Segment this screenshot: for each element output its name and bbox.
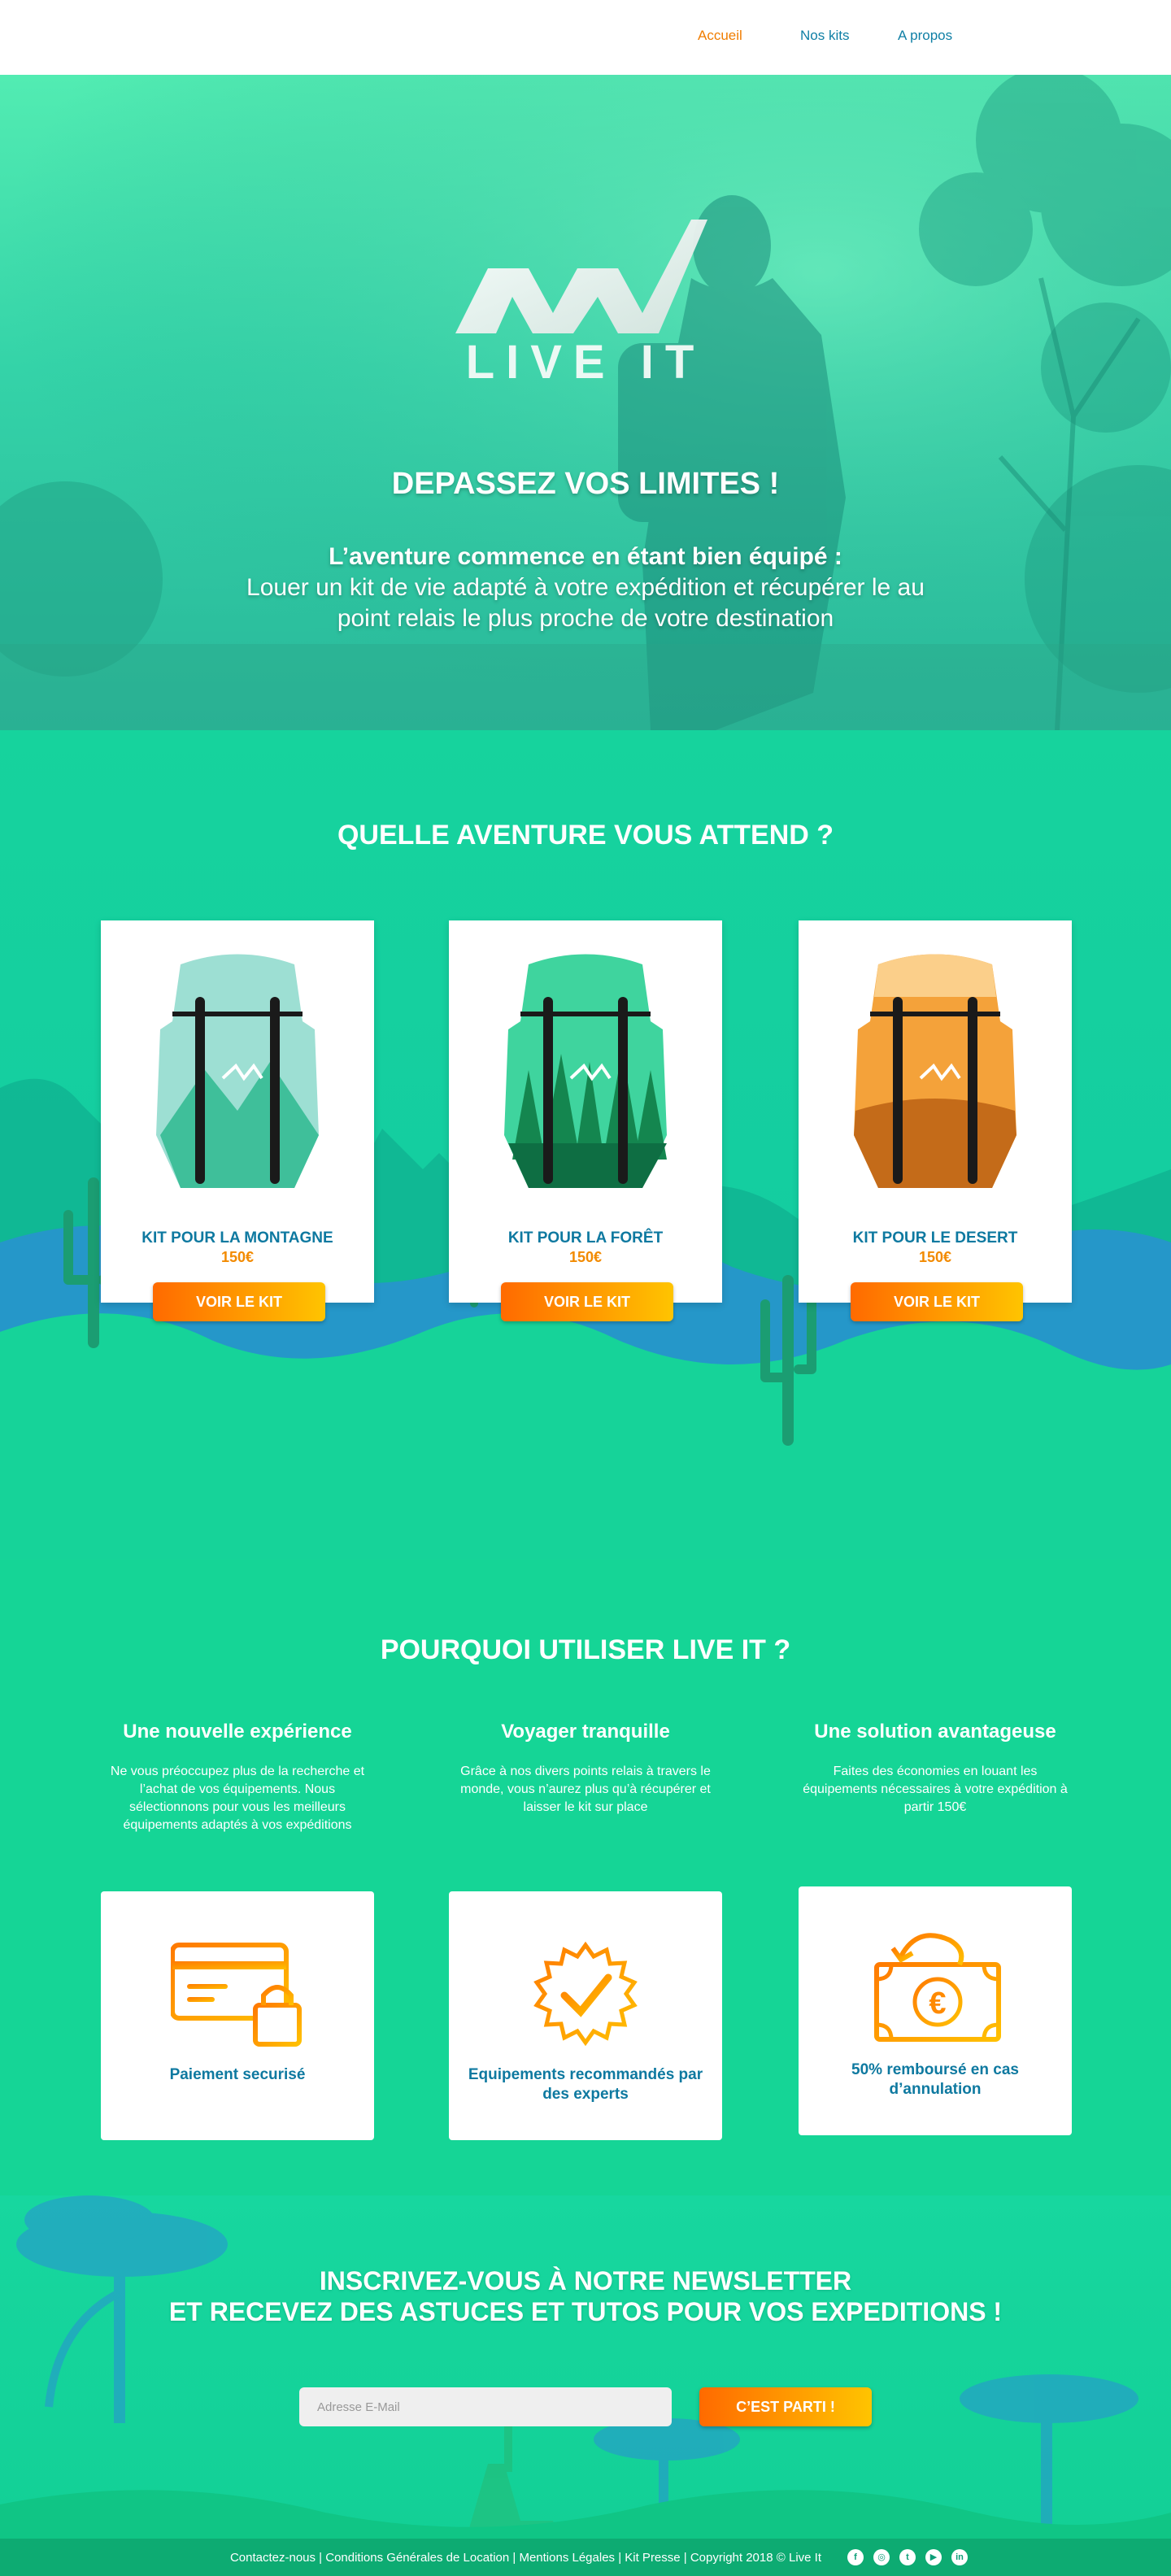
feature-card-remboursement: € 50% remboursé en cas d’annulation [799, 1886, 1072, 2135]
adventure-title: QUELLE AVENTURE VOUS ATTEND ? [337, 820, 834, 851]
badge-check-icon [533, 1941, 638, 2047]
mountain-backpack-image [156, 954, 319, 1188]
savanna-illustration [0, 2195, 1171, 2576]
euro-refund-icon: € [874, 1933, 1001, 2042]
instagram-icon[interactable]: ◎ [873, 2549, 890, 2565]
feature-card-paiement: Paiement securisé [101, 1891, 374, 2140]
twitter-icon[interactable]: t [899, 2549, 916, 2565]
top-navbar: Accueil Nos kits A propos [0, 0, 1171, 75]
nav-link-accueil[interactable]: Accueil [698, 28, 742, 44]
kit-card-label: KIT POUR LE DESERT [852, 1229, 1018, 1247]
why-column-heading: Voyager tranquille [501, 1721, 670, 1743]
feature-label: 50% remboursé en cas d’annulation [851, 2061, 1019, 2098]
adventure-section: QUELLE AVENTURE VOUS ATTEND ? KIT POUR L… [0, 730, 1171, 1560]
kit-card-desert[interactable]: KIT POUR LE DESERT 150€ VOIR LE KIT [799, 920, 1072, 1321]
email-field[interactable] [299, 2387, 672, 2426]
footer-links[interactable]: Contactez-nous | Conditions Générales de… [0, 2551, 821, 2565]
secure-card-icon [171, 1943, 302, 2047]
kit-card-foret[interactable]: KIT POUR LA FORÊT 150€ VOIR LE KIT [449, 920, 722, 1321]
feature-label: Paiement securisé [169, 2066, 306, 2083]
hero-subtitle: L’aventure commence en étant bien équipé… [220, 542, 951, 634]
voir-kit-foret-button[interactable]: VOIR LE KIT [501, 1282, 673, 1321]
hero-subtitle-body: Louer un kit de vie adapté à votre expéd… [246, 574, 925, 632]
footer-bar: Contactez-nous | Conditions Générales de… [0, 2539, 1171, 2576]
why-column-text: Grâce à nos divers points relais à trave… [460, 1764, 711, 1814]
newsletter-section: INSCRIVEZ-VOUS À NOTRE NEWSLETTER ET REC… [0, 2195, 1171, 2576]
kit-card-price: 150€ [918, 1249, 952, 1265]
nav-link-nos-kits[interactable]: Nos kits [800, 28, 849, 44]
why-title: POURQUOI UTILISER LIVE IT ? [380, 1634, 791, 1665]
feature-card-experts: Equipements recommandés par des experts [449, 1891, 722, 2140]
forest-backpack-image [504, 954, 667, 1188]
newsletter-title: INSCRIVEZ-VOUS À NOTRE NEWSLETTER ET REC… [0, 2265, 1171, 2327]
linkedin-icon[interactable]: in [951, 2549, 968, 2565]
subscribe-button[interactable]: C’EST PARTI ! [699, 2387, 872, 2426]
nav-link-a-propos[interactable]: A propos [898, 28, 952, 44]
desert-backpack-image [854, 954, 1016, 1188]
why-column-tranquille: Voyager tranquille Grâce à nos divers po… [449, 1721, 722, 1817]
why-column-text: Ne vous préoccupez plus de la recherche … [110, 1764, 365, 1832]
hero-title: DEPASSEZ VOS LIMITES ! [391, 467, 780, 501]
kit-card-price: 150€ [568, 1249, 603, 1265]
why-column-avantageuse: Une solution avantageuse Faites des écon… [799, 1721, 1072, 1817]
hero-subtitle-lead: L’aventure commence en étant bien équipé… [329, 543, 842, 570]
kit-card-price: 150€ [220, 1249, 255, 1265]
why-column-experience: Une nouvelle expérience Ne vous préoccup… [101, 1721, 374, 1834]
facebook-icon[interactable]: f [847, 2549, 864, 2565]
kit-card-label: KIT POUR LA MONTAGNE [141, 1229, 333, 1247]
newsletter-title-line2: ET RECEVEZ DES ASTUCES ET TUTOS POUR VOS… [168, 2297, 1003, 2326]
svg-text:€: € [929, 1986, 946, 2021]
why-column-heading: Une nouvelle expérience [123, 1721, 352, 1743]
vimeo-icon[interactable]: ▶ [925, 2549, 942, 2565]
feature-label: Equipements recommandés par des experts [468, 2066, 703, 2103]
why-column-heading: Une solution avantageuse [814, 1721, 1056, 1743]
kit-card-label: KIT POUR LA FORÊT [507, 1229, 664, 1247]
voir-kit-montagne-button[interactable]: VOIR LE KIT [153, 1282, 325, 1321]
why-column-text: Faites des économies en louant les équip… [803, 1764, 1068, 1814]
kit-card-montagne[interactable]: KIT POUR LA MONTAGNE 150€ VOIR LE KIT [101, 920, 374, 1321]
logo-wordmark: LIVE IT [465, 336, 706, 389]
voir-kit-desert-button[interactable]: VOIR LE KIT [851, 1282, 1023, 1321]
newsletter-title-line1: INSCRIVEZ-VOUS À NOTRE NEWSLETTER [319, 2266, 852, 2295]
hero-banner: LIVE IT DEPASSEZ VOS LIMITES ! L’aventur… [0, 75, 1171, 730]
